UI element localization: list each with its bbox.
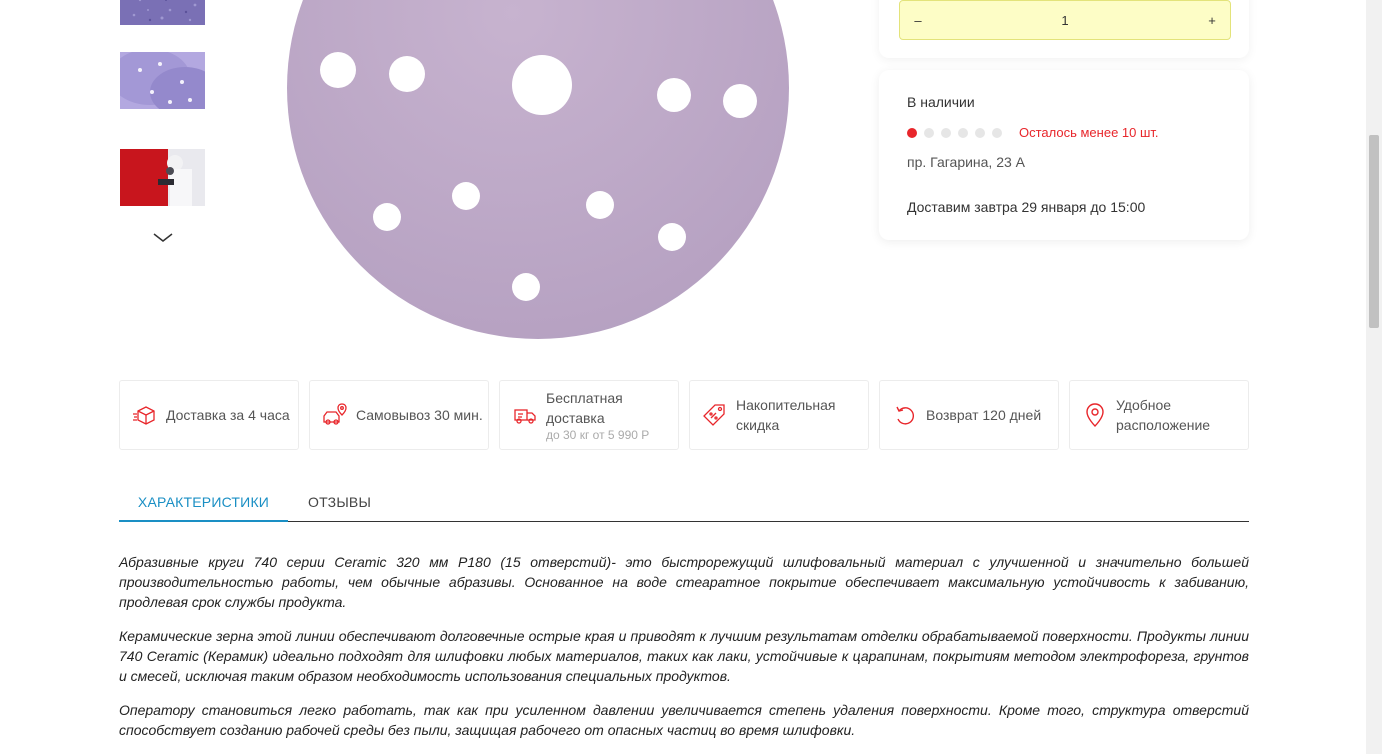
product-description: Абразивные круги 740 серии Ceramic 320 м…: [119, 552, 1249, 754]
feature-title: Доставка за 4 часа: [166, 407, 290, 423]
stock-status: В наличии: [907, 94, 975, 110]
stock-level-dot: [958, 128, 968, 138]
discount-tag-icon: [703, 404, 725, 426]
chevron-down-icon[interactable]: [152, 230, 174, 244]
quantity-card: – +: [879, 0, 1249, 58]
description-paragraph: Абразивные круги 740 серии Ceramic 320 м…: [119, 554, 1249, 610]
feature-discount: Накопительная скидка: [689, 380, 869, 450]
page-scrollbar[interactable]: [1366, 0, 1382, 754]
feature-title: Накопительная скидка: [736, 397, 836, 433]
quantity-increase-button[interactable]: +: [1194, 1, 1230, 39]
feature-title: Самовывоз 30 мин.: [356, 407, 483, 423]
feature-title: Удобное расположение: [1116, 397, 1211, 433]
stock-level-dot: [924, 128, 934, 138]
return-icon: [896, 406, 914, 425]
feature-return: Возврат 120 дней: [879, 380, 1059, 450]
feature-location: Удобное расположение: [1069, 380, 1249, 450]
store-address: пр. Гагарина, 23 А: [907, 154, 1026, 170]
stock-card: В наличии Осталось менее 10 шт. пр. Гага…: [879, 70, 1249, 240]
box-icon: [133, 406, 155, 425]
truck-pin-icon: [323, 403, 347, 425]
feature-title: Возврат 120 дней: [926, 407, 1042, 423]
product-image-sanding-disc: [287, 0, 789, 339]
location-pin-icon: [1086, 403, 1104, 427]
product-tabs: ХАРАКТЕРИСТИКИ ОТЗЫВЫ: [119, 482, 1249, 522]
description-paragraph: Керамические зерна этой линии обеспечива…: [119, 628, 1249, 684]
tab-characteristics[interactable]: ХАРАКТЕРИСТИКИ: [119, 482, 288, 522]
stock-remaining-text: Осталось менее 10 шт.: [1019, 125, 1159, 140]
quantity-decrease-button[interactable]: –: [900, 1, 936, 39]
tab-reviews[interactable]: ОТЗЫВЫ: [308, 482, 371, 522]
feature-free-delivery: Бесплатная доставка до 30 кг от 5 990 Р: [499, 380, 679, 450]
description-paragraph: Оператору становиться легко работать, та…: [119, 702, 1249, 738]
quantity-stepper: – +: [899, 0, 1231, 40]
delivery-estimate: Доставим завтра 29 января до 15:00: [907, 199, 1146, 215]
thumbnail-discs-stack[interactable]: [120, 52, 205, 109]
stock-level-indicator: [907, 128, 1002, 138]
thumbnail-worker-photo[interactable]: [120, 149, 205, 206]
feature-delivery: Доставка за 4 часа: [119, 380, 299, 450]
scrollbar-thumb[interactable]: [1369, 135, 1379, 328]
thumbnail-grit-closeup[interactable]: [120, 0, 205, 25]
feature-title: Бесплатная доставка: [546, 390, 623, 426]
product-page: – + В наличии Осталось менее 10 шт. пр. …: [0, 0, 1382, 754]
stock-level-dot: [992, 128, 1002, 138]
delivery-truck-icon: [514, 409, 536, 424]
stock-level-dot: [941, 128, 951, 138]
feature-subtitle: до 30 кг от 5 990 Р: [546, 428, 650, 442]
quantity-input[interactable]: [940, 1, 1190, 39]
stock-level-dot: [975, 128, 985, 138]
feature-pickup: Самовывоз 30 мин.: [309, 380, 489, 450]
stock-level-dot: [907, 128, 917, 138]
